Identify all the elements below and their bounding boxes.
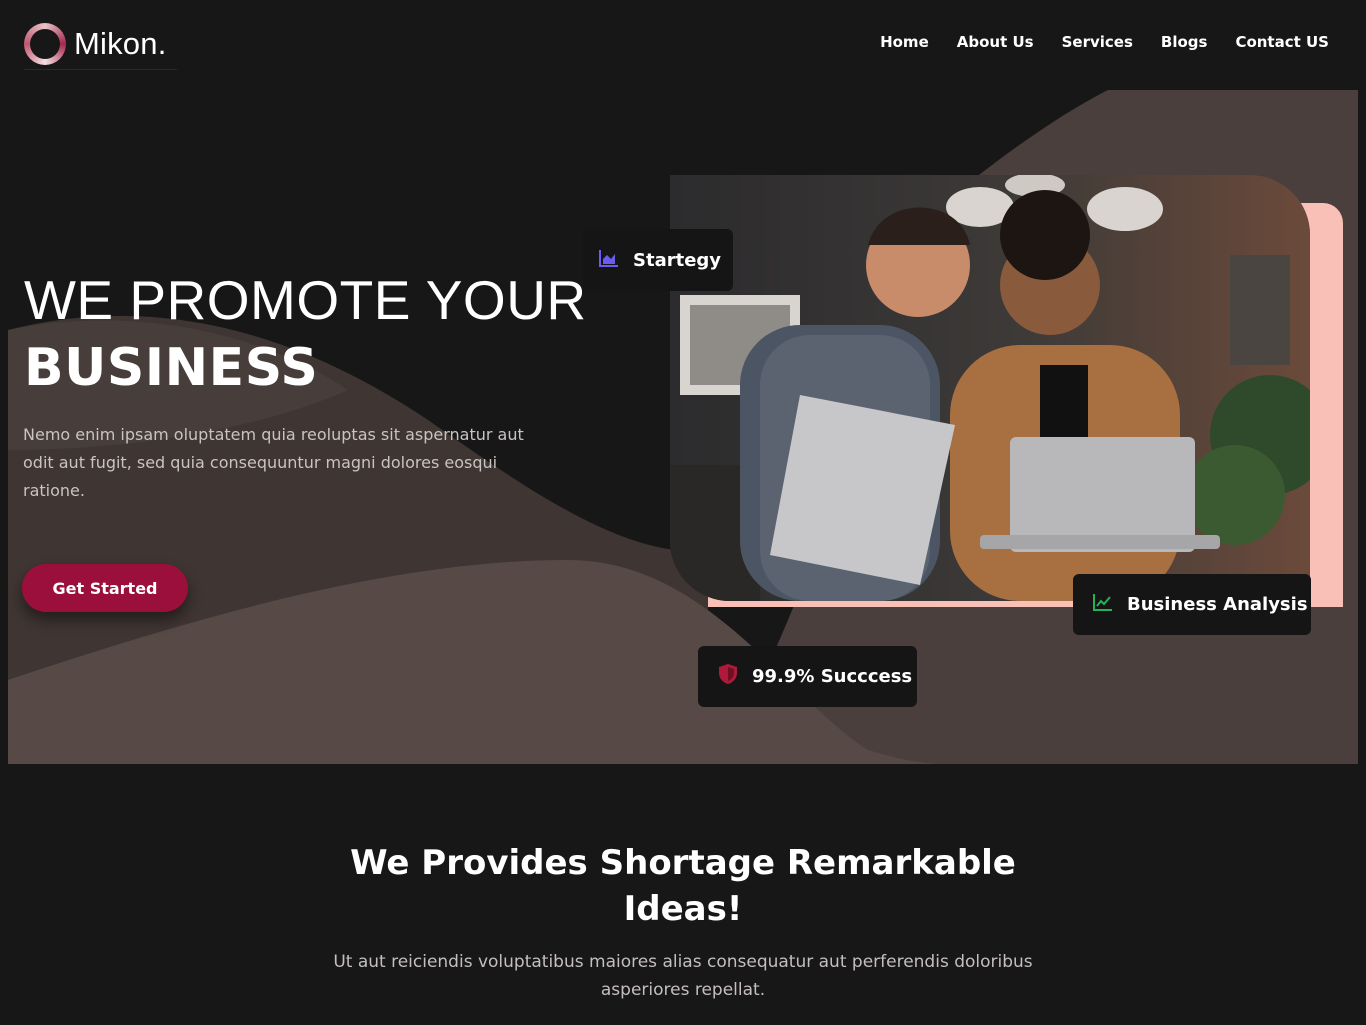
- shield-icon: [718, 663, 738, 690]
- section-desc-line2: asperiores repellat.: [600, 980, 766, 1000]
- section-title: We Provides Shortage Remarkable Ideas!: [0, 840, 1366, 932]
- get-started-button[interactable]: Get Started: [22, 564, 188, 612]
- team-photo-illustration: [670, 175, 1310, 601]
- nav-about-us[interactable]: About Us: [957, 33, 1034, 51]
- business-analysis-badge-label: Business Analysis: [1127, 594, 1308, 615]
- strategy-badge: Startegy: [583, 229, 733, 291]
- section-title-line1: We Provides Shortage Remarkable: [350, 843, 1016, 883]
- section-title-line2: Ideas!: [623, 889, 743, 929]
- hero-section: WE PROMOTE YOUR BUSINESS Nemo enim ipsam…: [8, 90, 1358, 764]
- nav-blogs[interactable]: Blogs: [1161, 33, 1208, 51]
- hero-title-line1: WE PROMOTE YOUR: [24, 269, 587, 331]
- logo-text: Mikon.: [74, 25, 167, 61]
- area-chart-icon: [599, 249, 619, 272]
- success-badge: 99.9% Succcess: [698, 646, 917, 707]
- nav-home[interactable]: Home: [880, 33, 929, 51]
- logo[interactable]: Mikon.: [24, 18, 177, 70]
- hero-description: Nemo enim ipsam oluptatem quia reoluptas…: [23, 425, 524, 500]
- nav-contact-us[interactable]: Contact US: [1235, 33, 1329, 51]
- section-desc-line1: Ut aut reiciendis voluptatibus maiores a…: [333, 952, 1033, 972]
- nav-services[interactable]: Services: [1062, 33, 1133, 51]
- hero-title-line2: BUSINESS: [24, 338, 319, 398]
- page: Mikon. Home About Us Services Blogs Cont…: [0, 0, 1366, 1025]
- hero-photo: [670, 175, 1310, 601]
- success-badge-label: 99.9% Succcess: [752, 666, 913, 687]
- site-header: Mikon. Home About Us Services Blogs Cont…: [0, 0, 1366, 90]
- business-analysis-badge: Business Analysis: [1073, 574, 1311, 635]
- line-chart-icon: [1093, 593, 1113, 616]
- logo-ring-icon: [24, 22, 66, 65]
- strategy-badge-label: Startegy: [633, 249, 722, 271]
- main-nav: Home About Us Services Blogs Contact US: [880, 33, 1329, 51]
- section-description: Ut aut reiciendis voluptatibus maiores a…: [0, 948, 1366, 1004]
